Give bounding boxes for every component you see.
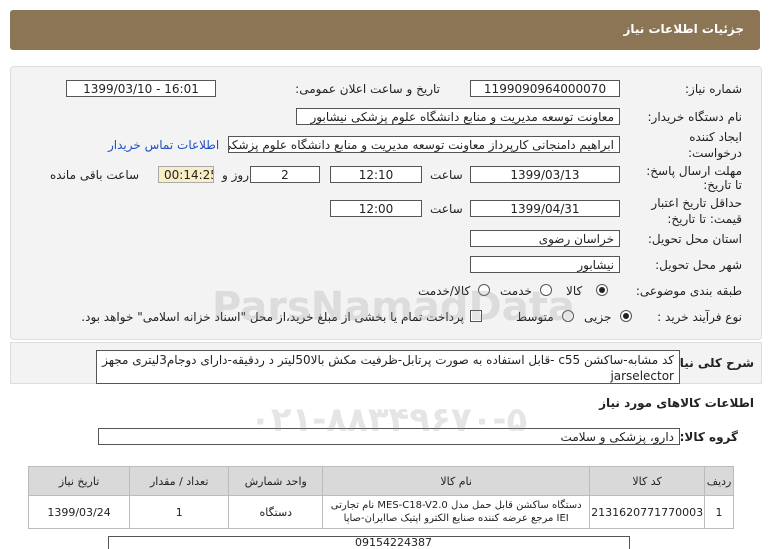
goods-group-label: گروه کالا: (679, 430, 738, 444)
validity-label-1: حداقل تاریخ اعتبار (651, 196, 742, 210)
process-label: نوع فرآیند خرید : (657, 310, 742, 324)
col-date: تاریخ نیاز (27, 466, 131, 496)
col-index: ردیف (704, 466, 734, 496)
items-table: ردیف کد کالا نام کالا واحد شمارش تعداد /… (27, 466, 734, 529)
buyer-field[interactable]: معاونت توسعه مدیریت و منابع دانشگاه علوم… (296, 108, 620, 125)
province-label: استان محل تحویل: (647, 232, 742, 246)
page-header: جزئیات اطلاعات نیاز (10, 10, 760, 50)
city-label: شهر محل تحویل: (655, 258, 742, 272)
items-section-title: اطلاعات کالاهای مورد نیاز (599, 396, 754, 410)
extra-notes-phone: 09154224387 (355, 536, 432, 549)
extra-notes-box: 09154224387 (108, 536, 630, 549)
need-number-label: شماره نیاز: (685, 82, 742, 96)
row-code: 2131620771770003 (589, 495, 706, 529)
validity-date-field[interactable]: 1399/04/31 (470, 200, 620, 217)
items-table-header: ردیف کد کالا نام کالا واحد شمارش تعداد /… (27, 466, 734, 496)
description-text: کد مشابه-ساکشن c55 -قابل استفاده به صورت… (96, 350, 680, 384)
creator-field[interactable]: ابراهیم دامنجانی کارپرداز معاونت توسعه م… (228, 136, 620, 153)
row-qty: 1 (129, 495, 230, 529)
contact-buyer-link[interactable]: اطلاعات تماس خریدار (108, 138, 219, 152)
remaining-label: ساعت باقی مانده (50, 168, 140, 182)
validity-time-label: ساعت (430, 202, 463, 216)
category-goods-radio[interactable] (596, 284, 608, 296)
buyer-label: نام دستگاه خریدار: (647, 110, 743, 124)
col-name: نام کالا (322, 466, 591, 496)
days-label: روز و (222, 168, 249, 182)
table-row[interactable]: 1 2131620771770003 دستگاه ساکشن قابل حمل… (27, 495, 734, 529)
col-code: کد کالا (589, 466, 706, 496)
row-date: 1399/03/24 (27, 495, 131, 529)
province-field[interactable]: خراسان رضوی (470, 230, 620, 247)
announce-label: تاریخ و ساعت اعلان عمومی: (295, 82, 440, 96)
page-title: جزئیات اطلاعات نیاز (623, 22, 744, 36)
row-name: دستگاه ساکشن قابل حمل مدل MES-C18-V2.0 ن… (322, 495, 591, 529)
deadline-date-field[interactable]: 1399/03/13 (470, 166, 620, 183)
validity-time-field[interactable]: 12:00 (330, 200, 422, 217)
need-number-field[interactable]: 1199090964000070 (470, 80, 620, 97)
category-label: طبقه بندی موضوعی: (635, 284, 742, 298)
deadline-time-field[interactable]: 12:10 (330, 166, 422, 183)
announce-field[interactable]: 1399/03/10 - 16:01 (66, 80, 216, 97)
row-index: 1 (704, 495, 734, 529)
deadline-time-label: ساعت (430, 168, 463, 182)
process-partial-label: جزیی (584, 310, 612, 324)
city-field[interactable]: نیشابور (470, 256, 620, 273)
deadline-label-1: مهلت ارسال پاسخ: (646, 164, 742, 178)
watermark-brand: ParsNamadData (212, 284, 575, 330)
col-qty: تعداد / مقدار (129, 466, 230, 496)
validity-label-2: قیمت: تا تاریخ: (667, 212, 742, 226)
remaining-timer: 00:14:25 (158, 166, 214, 183)
col-unit: واحد شمارش (228, 466, 324, 496)
deadline-label-2: تا تاریخ: (703, 178, 742, 192)
creator-label-2: درخواست: (688, 146, 742, 160)
description-label: شرح کلی نیاز: (668, 356, 754, 370)
row-unit: دستگاه (228, 495, 324, 529)
creator-label-1: ایجاد کننده (689, 130, 742, 144)
watermark-phone: ۰۲۱-۸۸۳۴۹۶۷۰-۵ (250, 400, 528, 440)
days-field[interactable]: 2 (250, 166, 320, 183)
process-partial-radio[interactable] (620, 310, 632, 322)
